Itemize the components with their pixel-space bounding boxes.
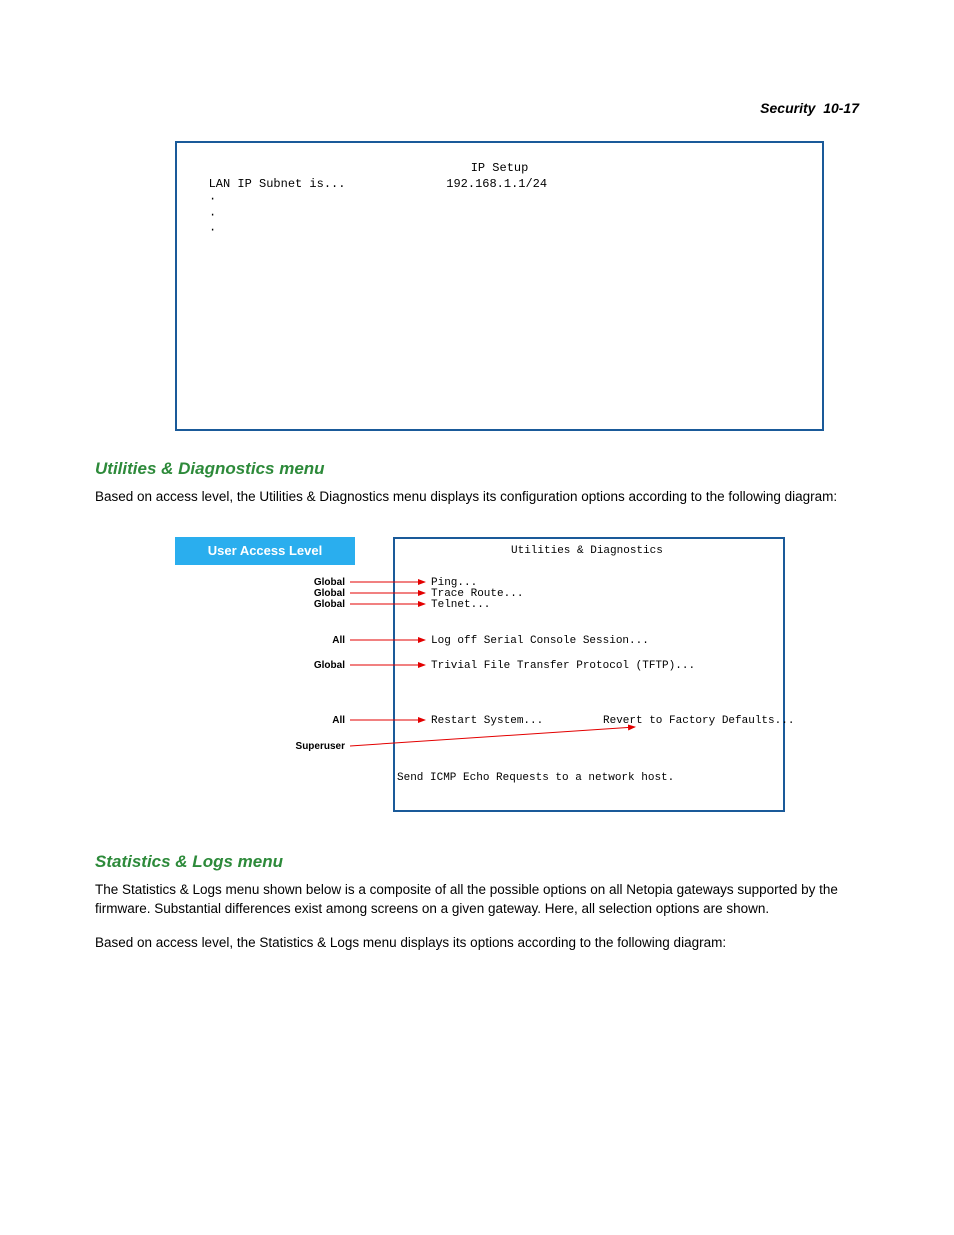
section2-paragraph2: Based on access level, the Statistics & … [95, 933, 859, 953]
section1-paragraph: Based on access level, the Utilities & D… [95, 487, 859, 507]
ip-setup-terminal: IP Setup LAN IP Subnet is... 192.168.1.1… [175, 141, 824, 431]
section-heading-stats: Statistics & Logs menu [95, 852, 859, 872]
access-label: Global [314, 599, 345, 610]
section2-paragraph1: The Statistics & Logs menu shown below i… [95, 880, 859, 919]
access-label: Superuser [296, 741, 345, 752]
page-header: Security 10-17 [95, 100, 859, 116]
header-page: 10-17 [823, 100, 859, 116]
menu-item-restart: Restart System... [431, 715, 543, 727]
terminal-dot: · [187, 223, 812, 239]
page: Security 10-17 IP Setup LAN IP Subnet is… [0, 0, 954, 1026]
menu-title: Utilities & Diagnostics [395, 539, 783, 557]
access-label: Global [314, 660, 345, 671]
access-label: All [332, 715, 345, 726]
menu-item-telnet: Telnet... [431, 599, 490, 611]
section-heading-utilities: Utilities & Diagnostics menu [95, 459, 859, 479]
access-label: All [332, 635, 345, 646]
menu-item-logoff: Log off Serial Console Session... [431, 635, 649, 647]
menu-item-tftp: Trivial File Transfer Protocol (TFTP)... [431, 660, 695, 672]
terminal-dot: · [187, 208, 812, 224]
menu-hint: Send ICMP Echo Requests to a network hos… [397, 772, 674, 784]
access-label: Global [314, 577, 345, 588]
access-label: Global [314, 588, 345, 599]
terminal-dot: · [187, 192, 812, 208]
user-access-level-box: User Access Level [175, 537, 355, 565]
terminal-title: IP Setup [187, 161, 812, 177]
menu-item-revert: Revert to Factory Defaults... [603, 715, 794, 727]
terminal-line-subnet: LAN IP Subnet is... 192.168.1.1/24 [187, 177, 812, 193]
header-section: Security [760, 100, 815, 116]
utilities-diagram: User Access Level Utilities & Diagnostic… [175, 537, 785, 812]
